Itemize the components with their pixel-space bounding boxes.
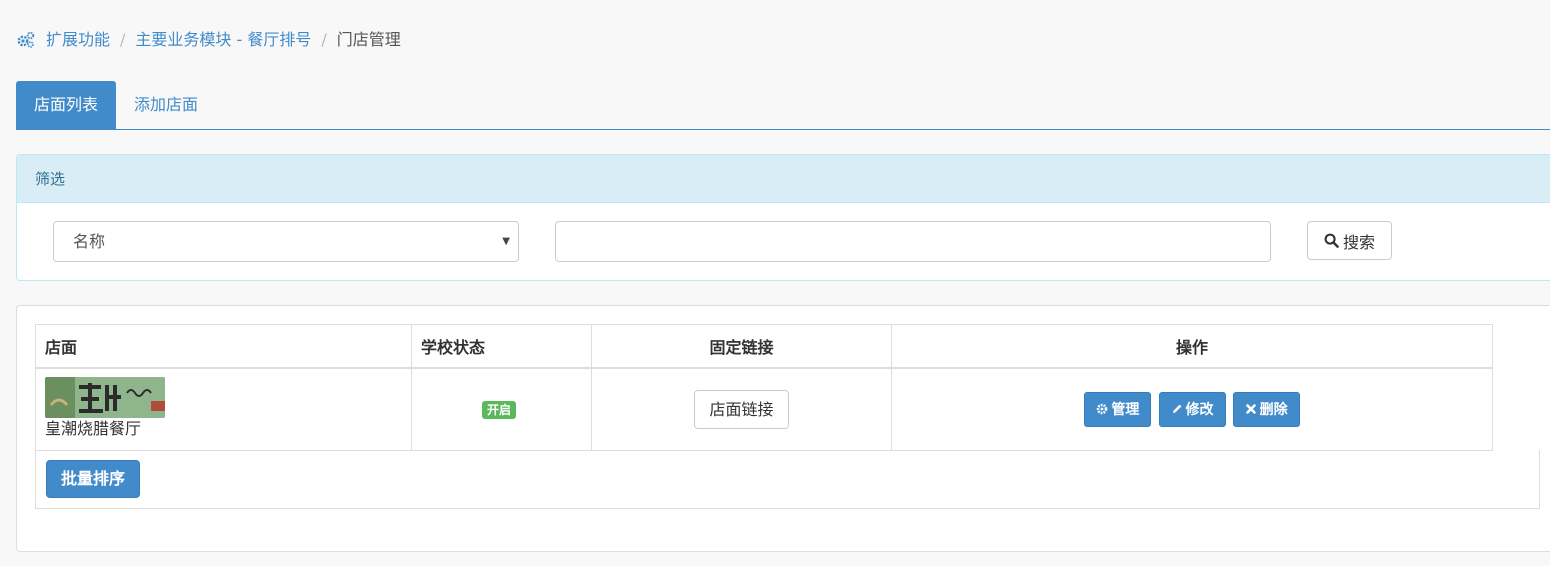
tab-store-list[interactable]: 店面列表 [16, 81, 117, 129]
store-cell: 皇潮烧腊餐厅 [35, 367, 412, 451]
edit-button-label: 修改 [1185, 402, 1214, 419]
manage-button-label: 管理 [1111, 402, 1140, 419]
manage-button[interactable]: 管理 [1084, 391, 1152, 427]
breadcrumb-current: 门店管理 [336, 30, 401, 49]
actions-cell: 管理 修改 删除 [891, 367, 1493, 451]
store-table: 店面 学校状态 固定链接 操作 皇潮烧腊餐厅 开启 店面链接 管理 修改 删除 [35, 324, 1493, 451]
search-icon [1324, 233, 1339, 248]
column-header-actions: 操作 [891, 324, 1493, 369]
tab-add-store[interactable]: 添加店面 [116, 81, 216, 129]
edit-button[interactable]: 修改 [1158, 391, 1226, 427]
store-link-button[interactable]: 店面链接 [694, 389, 789, 429]
pencil-icon [1172, 404, 1181, 414]
page: 扩展功能 / 主要业务模块 - 餐厅排号 / 门店管理 店面列表 添加店面 筛选… [0, 0, 1550, 566]
store-thumbnail [45, 376, 165, 418]
link-cell: 店面链接 [591, 367, 892, 451]
gears-icon [17, 31, 35, 48]
breadcrumb-link-module[interactable]: 主要业务模块 - 餐厅排号 [135, 28, 311, 52]
search-button-label: 搜索 [1342, 232, 1375, 252]
delete-button-label: 删除 [1259, 402, 1288, 419]
gear-icon [1097, 403, 1108, 415]
breadcrumb-separator: / [321, 30, 327, 49]
table-row: 皇潮烧腊餐厅 开启 店面链接 管理 修改 删除 [35, 367, 1493, 451]
store-name: 皇潮烧腊餐厅 [45, 418, 142, 438]
store-list-panel: 店面 学校状态 固定链接 操作 皇潮烧腊餐厅 开启 店面链接 管理 修改 删除 … [16, 305, 1550, 552]
status-badge: 开启 [482, 401, 517, 420]
column-header-status: 学校状态 [411, 324, 592, 369]
keyword-input[interactable] [555, 221, 1271, 262]
column-header-link: 固定链接 [591, 324, 892, 369]
table-footer-row: 批量排序 [35, 450, 1540, 509]
caret-down-icon: ▼ [502, 236, 510, 247]
tab-bar: 店面列表 添加店面 [16, 81, 1550, 130]
filter-field-select[interactable]: 名称 ▼ [53, 221, 519, 262]
table-header-row: 店面 学校状态 固定链接 操作 [35, 324, 1493, 369]
batch-sort-button[interactable]: 批量排序 [46, 460, 141, 498]
status-cell: 开启 [411, 367, 592, 451]
times-icon [1245, 404, 1256, 415]
delete-button[interactable]: 删除 [1232, 391, 1300, 427]
breadcrumb-link-extensions[interactable]: 扩展功能 [46, 28, 110, 52]
filter-panel: 筛选 名称 ▼ 搜索 [16, 154, 1550, 281]
search-button[interactable]: 搜索 [1307, 221, 1392, 260]
filter-field-value: 名称 [73, 232, 106, 251]
breadcrumb-separator: / [120, 30, 126, 49]
column-header-store: 店面 [35, 324, 412, 369]
filter-title: 筛选 [17, 155, 1550, 203]
breadcrumb: 扩展功能 / 主要业务模块 - 餐厅排号 / 门店管理 [16, 28, 401, 52]
